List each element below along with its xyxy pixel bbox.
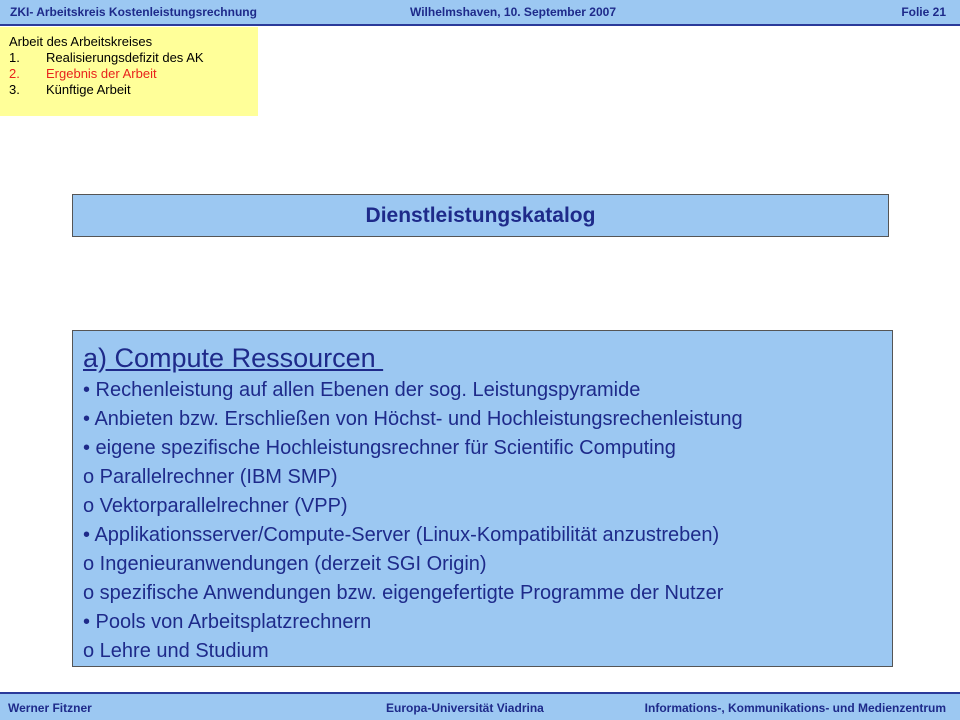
header-event-title: ZKI- Arbeitskreis Kostenleistungsrechnun… [10,5,257,19]
agenda-item-active: 2. Ergebnis der Arbeit [9,66,250,82]
footer-department: Informations-, Kommunikations- und Medie… [644,701,946,715]
content-line: • eigene spezifische Hochleistungsrechne… [83,437,676,459]
footer-university: Europa-Universität Viadrina [386,701,544,715]
header-date-location: Wilhelmshaven, 10. September 2007 [410,5,616,19]
content-box: a) Compute Ressourcen • Rechenleistung a… [72,330,893,667]
content-line: • Applikationsserver/Compute-Server (Lin… [83,524,720,546]
agenda-item: 3. Künftige Arbeit [9,82,250,98]
agenda-item-label: Künftige Arbeit [46,82,131,97]
agenda-list: 1. Realisierungsdefizit des AK 2. Ergebn… [9,50,250,98]
content-line: o spezifische Anwendungen bzw. eigengefe… [83,582,724,604]
content-line: o Parallelrechner (IBM SMP) [83,466,338,488]
content-line: o Ingenieuranwendungen (derzeit SGI Orig… [83,553,487,575]
content-heading: a) Compute Ressourcen [83,343,384,373]
agenda-box: Arbeit des Arbeitskreises 1. Realisierun… [0,27,258,116]
agenda-item-number: 2. [9,66,20,81]
agenda-item-label: Ergebnis der Arbeit [46,66,157,81]
agenda-title: Arbeit des Arbeitskreises [9,34,153,49]
agenda-item-number: 1. [9,50,20,65]
footer-author: Werner Fitzner [8,701,92,715]
slide-title: Dienstleistungskatalog [72,194,889,237]
header-bar: ZKI- Arbeitskreis Kostenleistungsrechnun… [0,0,960,26]
content-line: • Pools von Arbeitsplatzrechnern [83,611,372,633]
agenda-item: 1. Realisierungsdefizit des AK [9,50,250,66]
content-line: • Anbieten bzw. Erschließen von Höchst- … [83,408,743,430]
content-line: o Lehre und Studium [83,640,269,662]
footer-bar: Werner Fitzner Europa-Universität Viadri… [0,692,960,720]
agenda-item-number: 3. [9,82,20,97]
content-line: • Rechenleistung auf allen Ebenen der so… [83,379,641,401]
header-slide-number: Folie 21 [901,5,946,19]
agenda-item-label: Realisierungsdefizit des AK [46,50,204,65]
content-line: o Vektorparallelrechner (VPP) [83,495,348,517]
